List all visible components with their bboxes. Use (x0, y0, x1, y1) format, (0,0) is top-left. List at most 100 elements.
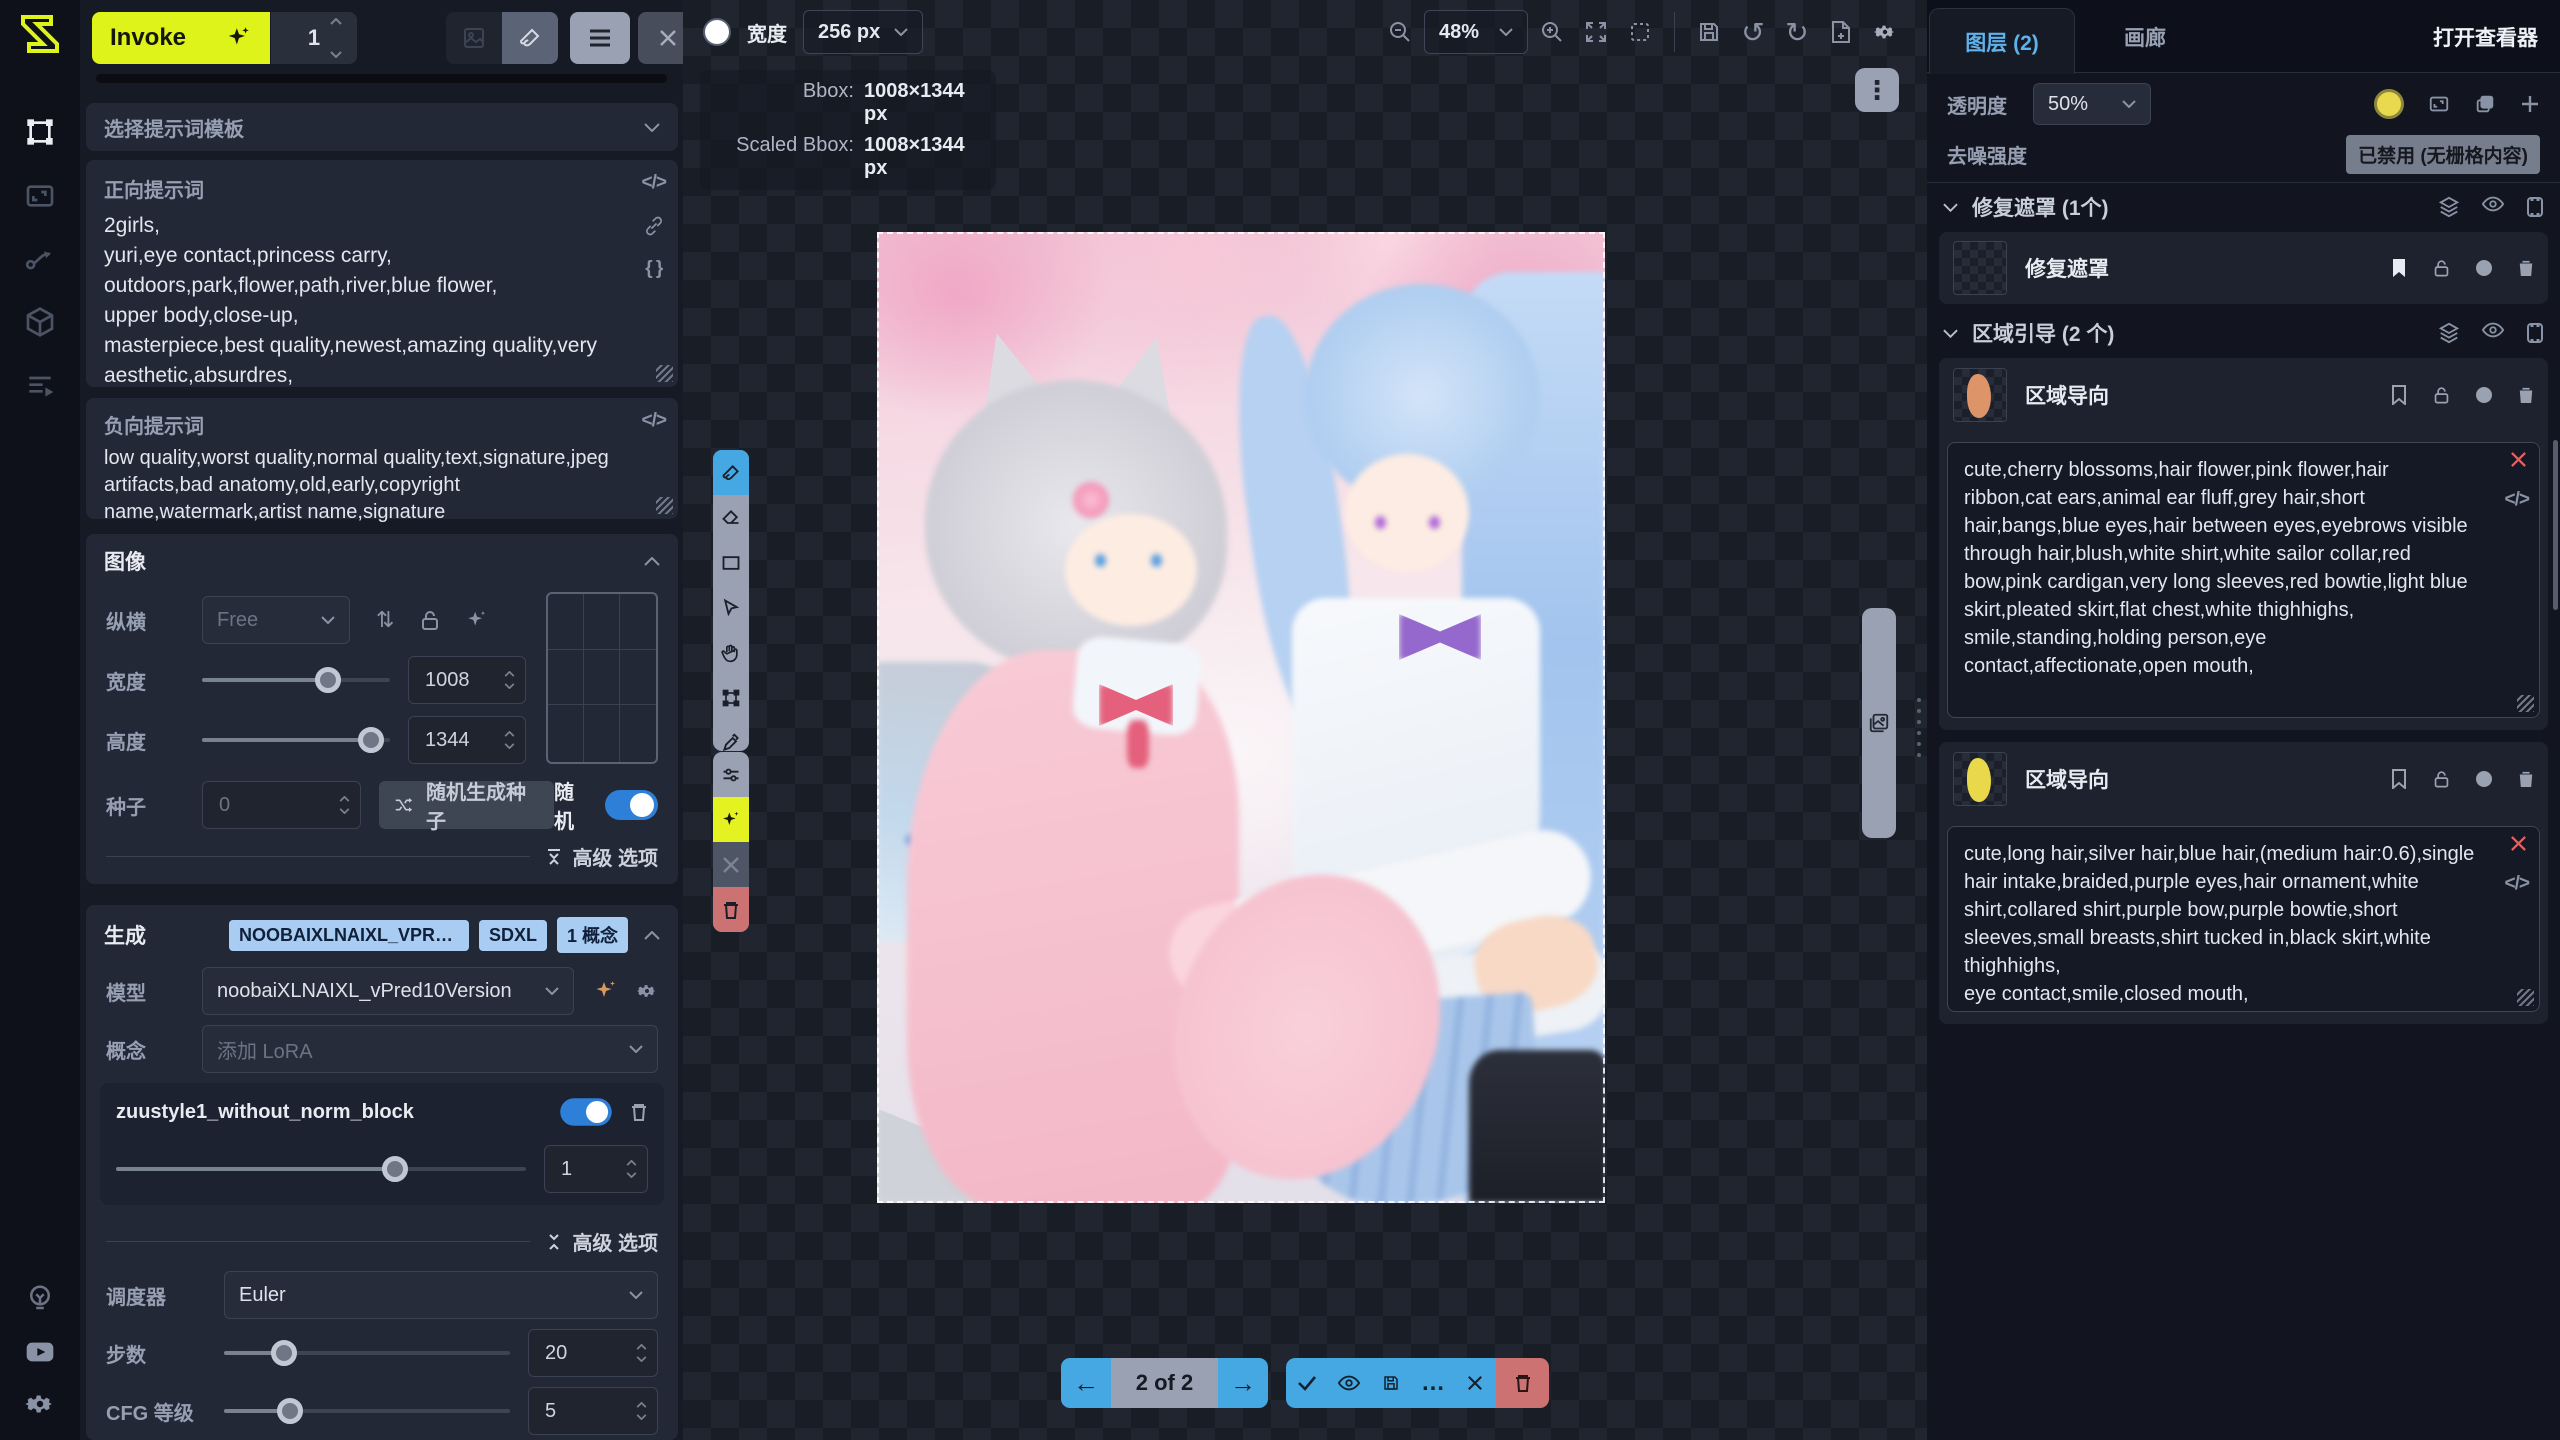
prompt-resize-handle[interactable] (2517, 695, 2534, 712)
link-icon[interactable] (644, 216, 664, 236)
batch-count-steppers[interactable] (330, 14, 342, 62)
embedding-code-icon[interactable]: </> (642, 172, 666, 194)
delete-region-tool[interactable] (713, 887, 749, 932)
lora-delete-trash-icon[interactable] (630, 1102, 648, 1122)
cfg-slider[interactable] (224, 1398, 510, 1424)
zoom-out-icon[interactable] (1380, 10, 1420, 54)
crop-to-bbox-icon[interactable] (2526, 322, 2544, 344)
workflows-tab-icon[interactable] (20, 238, 60, 278)
fit-bbox-icon[interactable] (1620, 10, 1660, 54)
lock-aspect-icon[interactable] (420, 609, 440, 631)
visibility-dot-icon[interactable] (2476, 771, 2492, 787)
visibility-dot-icon[interactable] (2476, 260, 2492, 276)
embedding-code-icon[interactable]: </> (2505, 873, 2529, 895)
height-input[interactable]: 1344 (408, 716, 526, 764)
batch-count-input[interactable]: 1 (271, 12, 357, 64)
braces-icon[interactable]: { } (645, 258, 662, 280)
random-seed-toggle[interactable] (605, 790, 658, 820)
crop-to-bbox-icon[interactable] (2526, 196, 2544, 218)
image-advanced-options[interactable]: 高级 选项 (106, 842, 658, 871)
duplicate-layer-icon[interactable] (2474, 93, 2496, 115)
image-section-header[interactable]: 图像 (86, 534, 678, 588)
regional-prompt-1-text[interactable]: cute,cherry blossoms,hair flower,pink fl… (1964, 456, 2479, 680)
tab-gallery[interactable]: 画廊 (2124, 0, 2166, 73)
transform-tool[interactable] (713, 675, 749, 720)
positive-prompt-resize-handle[interactable] (656, 365, 673, 382)
lora-weight-input[interactable]: 1 (544, 1145, 648, 1193)
trash-icon[interactable] (2518, 386, 2534, 404)
add-lora-select[interactable]: 添加 LoRA (202, 1025, 658, 1073)
add-layer-icon[interactable] (2520, 94, 2540, 114)
aspect-select[interactable]: Free (202, 596, 350, 644)
model-settings-gear-icon[interactable] (636, 980, 658, 1002)
remove-prompt-icon[interactable] (2510, 835, 2527, 852)
youtube-icon[interactable] (20, 1332, 60, 1372)
swap-dimensions-icon[interactable]: ⇅ (376, 607, 394, 633)
cancel-region-tool[interactable] (713, 842, 749, 887)
canvas-stage[interactable]: 宽度 256 px 48% ↺ ↻ (683, 0, 1927, 1440)
bookmark-icon[interactable] (2391, 385, 2407, 405)
settings-gear-icon[interactable] (20, 1384, 60, 1424)
regional-guidance-section-header[interactable]: 区域引导 (2 个) (1943, 318, 2544, 348)
negative-prompt-input[interactable]: low quality,worst quality,normal quality… (104, 445, 626, 526)
model-select[interactable]: noobaiXLNAIXL_vPred10Version (202, 967, 574, 1015)
inpaint-mask-layer-item[interactable]: 修复遮罩 (1939, 232, 2548, 304)
regional-prompt-2-box[interactable]: cute,long hair,silver hair,blue hair,(me… (1947, 826, 2540, 1012)
panel-scrollbar[interactable] (2553, 440, 2558, 610)
brush-tool[interactable] (713, 450, 749, 495)
accept-image-button[interactable] (1286, 1358, 1328, 1408)
negative-prompt-resize-handle[interactable] (656, 497, 673, 514)
random-seed-button[interactable]: 随机生成种子 (379, 781, 554, 829)
regional-prompt-1-box[interactable]: cute,cherry blossoms,hair flower,pink fl… (1947, 442, 2540, 718)
regional-guidance-item-1[interactable]: 区域导向 cute,cherry blossoms,hair flower,pi… (1939, 358, 2548, 730)
fit-layer-icon[interactable] (2428, 93, 2450, 115)
lock-icon[interactable] (2433, 258, 2450, 278)
canvas-menu-dots-icon[interactable]: ⋮ (1855, 68, 1899, 112)
gallery-drawer-handle[interactable] (1862, 608, 1896, 838)
trash-icon[interactable] (2518, 259, 2534, 277)
optimize-size-sparkle-icon[interactable] (466, 609, 488, 631)
generation-section-header[interactable]: 生成 NOOBAIXLNAIXL_VPRED10... SDXL 1 概念 (86, 905, 678, 965)
zoom-in-icon[interactable] (1532, 10, 1572, 54)
whats-new-icon[interactable] (20, 1278, 60, 1318)
brush-color-swatch[interactable] (703, 18, 731, 46)
save-canvas-icon[interactable] (1689, 10, 1729, 54)
lock-icon[interactable] (2433, 385, 2450, 405)
steps-slider[interactable] (224, 1340, 510, 1366)
remove-prompt-icon[interactable] (2510, 451, 2527, 468)
embedding-code-icon[interactable]: </> (2505, 489, 2529, 511)
invoke-button[interactable]: Invoke (92, 12, 270, 64)
tab-layers[interactable]: 图层 (2) (1929, 8, 2075, 74)
height-slider[interactable] (202, 727, 390, 753)
cfg-input[interactable]: 5 (528, 1387, 658, 1435)
regional-prompt-2-text[interactable]: cute,long hair,silver hair,blue hair,(me… (1964, 840, 2479, 1008)
prev-image-button[interactable]: ← (1061, 1358, 1111, 1408)
eyedropper-tool[interactable] (713, 720, 749, 751)
embedding-code-icon[interactable]: </> (642, 410, 666, 432)
eraser-tool[interactable] (713, 495, 749, 540)
new-canvas-icon[interactable] (1821, 10, 1861, 54)
pan-tool[interactable] (713, 630, 749, 675)
next-image-button[interactable]: → (1218, 1358, 1268, 1408)
visibility-eye-icon[interactable] (2482, 322, 2504, 338)
seed-input[interactable]: 0 (202, 781, 361, 829)
generation-advanced-options[interactable]: 高级 选项 (106, 1227, 658, 1256)
canvas-settings-gear-icon[interactable] (1865, 10, 1905, 54)
redo-icon[interactable]: ↻ (1777, 10, 1817, 54)
regional-guidance-item-2[interactable]: 区域导向 cute,long hair,silver hair,blue hai… (1939, 742, 2548, 1024)
menu-button[interactable] (570, 12, 630, 64)
trash-icon[interactable] (2518, 770, 2534, 788)
scheduler-select[interactable]: Euler (224, 1271, 658, 1319)
open-viewer-button[interactable]: 打开查看器 (2433, 0, 2538, 73)
zoom-level-select[interactable]: 48% (1424, 10, 1528, 54)
bookmark-icon[interactable] (2391, 769, 2407, 789)
bookmark-icon[interactable] (2391, 258, 2407, 278)
brush-width-select[interactable]: 256 px (803, 10, 923, 54)
width-slider[interactable] (202, 667, 390, 693)
model-sparkle-icon[interactable] (594, 979, 618, 1003)
preview-toggle-button[interactable] (1328, 1358, 1370, 1408)
lora-weight-slider[interactable] (116, 1156, 526, 1182)
lock-icon[interactable] (2433, 769, 2450, 789)
fit-view-icon[interactable] (1576, 10, 1616, 54)
canvas-mode-button[interactable] (502, 12, 558, 64)
